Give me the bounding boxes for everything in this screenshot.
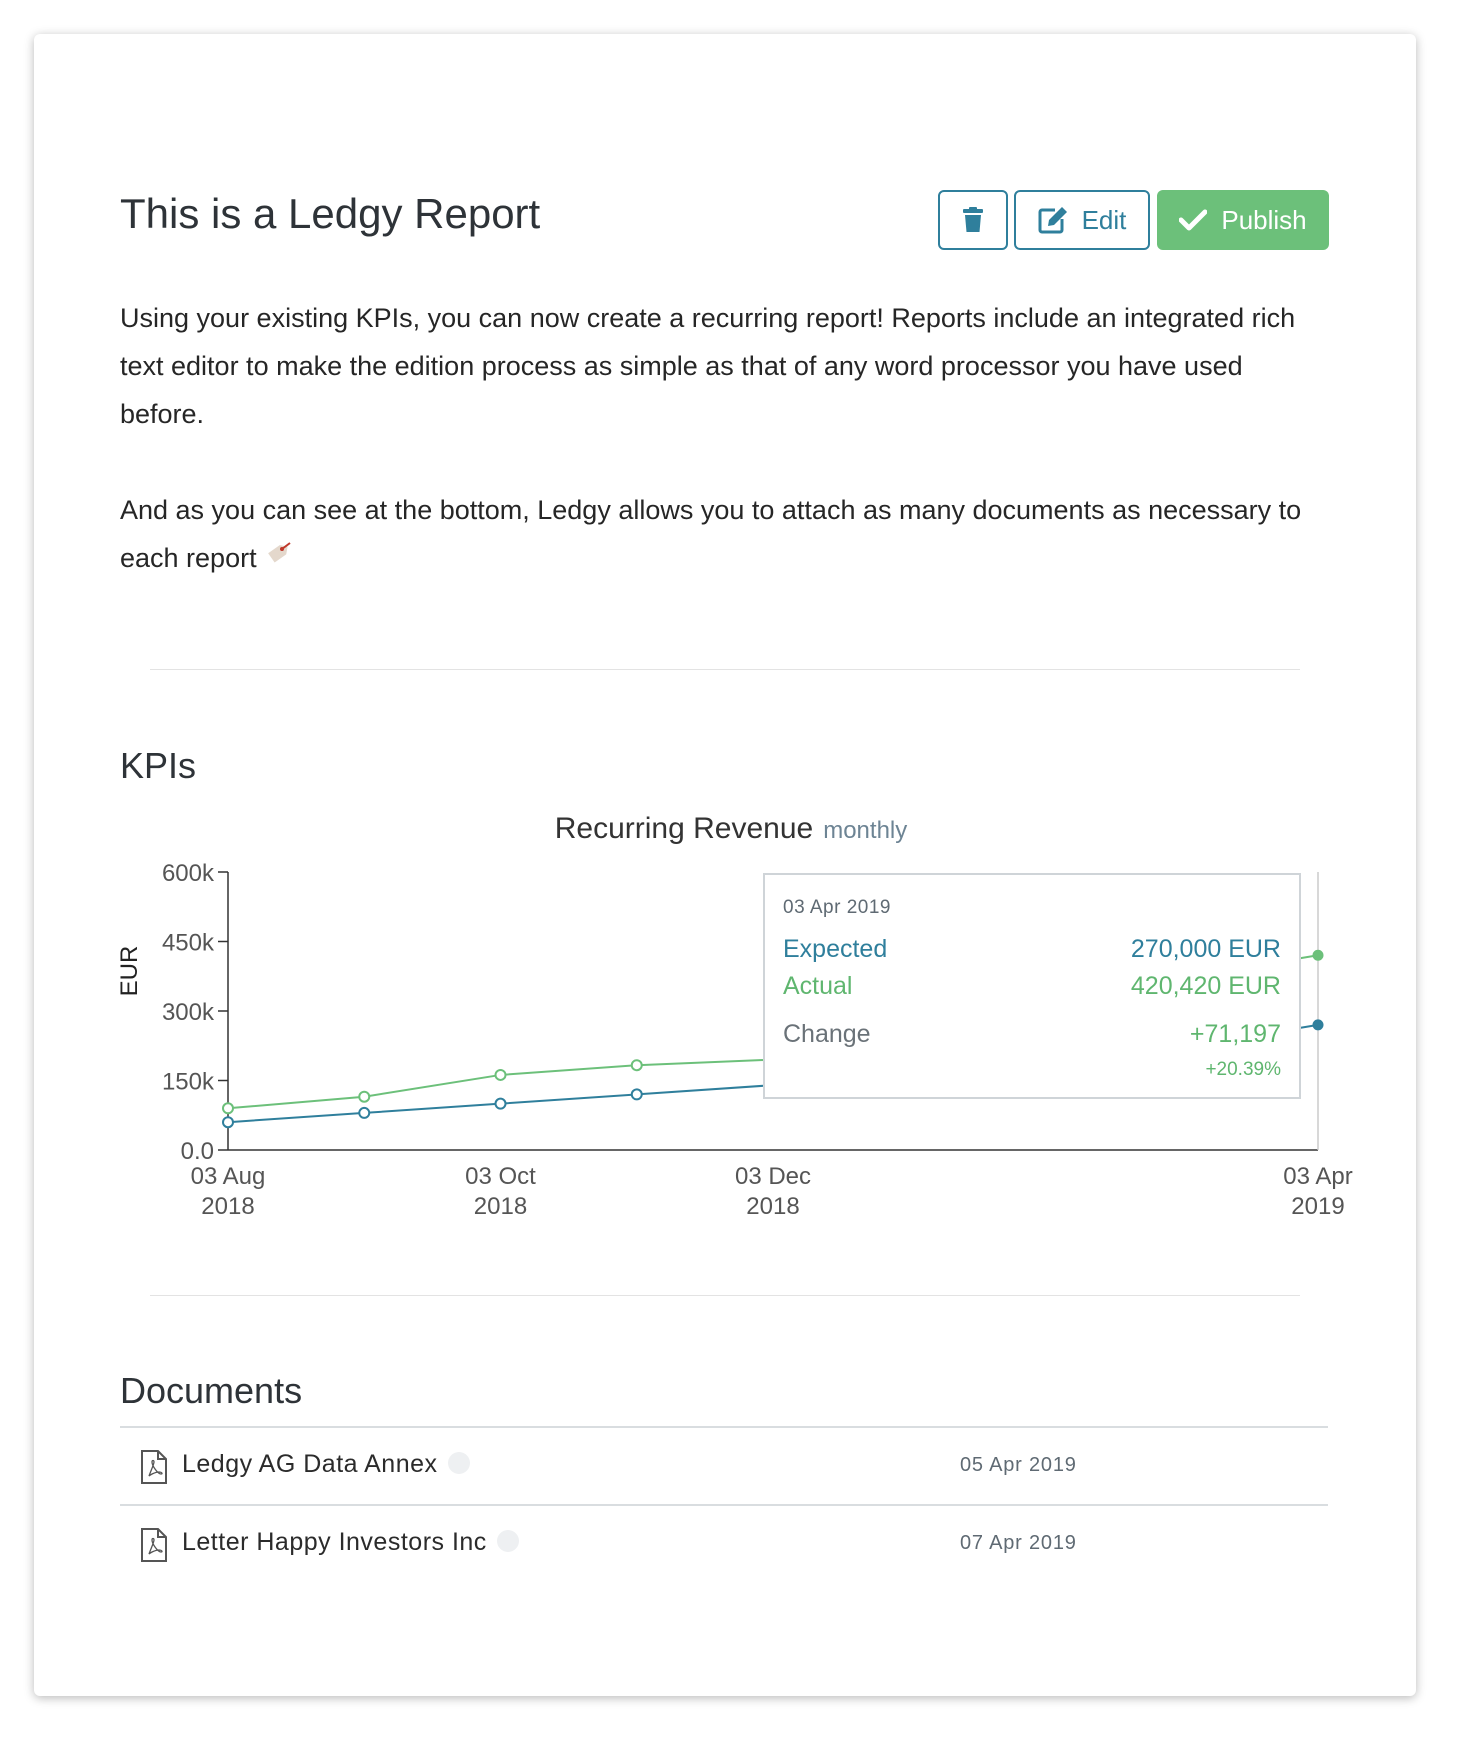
- tooltip-actual-value: 420,420 EUR: [1130, 972, 1281, 1000]
- tooltip-change-value: +71,197: [1189, 1020, 1281, 1048]
- tooltip-change-percent: +20.39%: [1205, 1059, 1281, 1080]
- data-point-expected: [358, 1106, 371, 1119]
- publish-label: Publish: [1221, 204, 1307, 235]
- edit-label: Edit: [1081, 204, 1127, 235]
- tooltip-actual-label: Actual: [783, 972, 853, 1000]
- pdf-file-icon: [141, 1450, 167, 1484]
- x-tick-label-year: 2018: [746, 1193, 799, 1220]
- y-tick-label: 450k: [162, 930, 215, 957]
- document-name-text[interactable]: Letter Happy Investors Inc: [182, 1528, 487, 1556]
- tooltip-actual-row: Actual 420,420 EUR: [783, 972, 1281, 1001]
- documents-heading: Documents: [120, 1370, 303, 1411]
- delete-button[interactable]: [938, 190, 1008, 250]
- kpis-heading: KPIs: [120, 745, 197, 786]
- document-row[interactable]: Letter Happy Investors Inc 07 Apr 2019: [120, 1506, 1328, 1582]
- report-paragraph-2: And as you can see at the bottom, Ledgy …: [120, 486, 1330, 582]
- data-point-actual: [222, 1102, 234, 1115]
- publish-button[interactable]: Publish: [1157, 190, 1329, 250]
- trash-icon: [963, 207, 983, 232]
- divider-1: [150, 669, 1300, 670]
- document-date: 05 Apr 2019: [960, 1454, 1077, 1476]
- report-paragraph-2-text: And as you can see at the bottom, Ledgy …: [120, 495, 1302, 573]
- report-title: This is a Ledgy Report: [120, 190, 541, 237]
- loading-indicator-icon: [496, 1530, 519, 1552]
- y-tick-label: 0.0: [181, 1138, 214, 1165]
- highlighted-point-expected: [1312, 1019, 1324, 1031]
- document-name[interactable]: Ledgy AG Data Annex: [182, 1450, 470, 1479]
- x-tick-label: 03 Oct: [465, 1163, 536, 1190]
- data-point-actual: [358, 1090, 371, 1103]
- document-name-text[interactable]: Ledgy AG Data Annex: [182, 1450, 438, 1478]
- y-tick-label: 150k: [162, 1069, 215, 1096]
- tooltip-expected-value: 270,000 EUR: [1130, 935, 1281, 963]
- chart-subtitle: monthly: [823, 817, 908, 844]
- tooltip-expected-label: Expected: [783, 935, 888, 963]
- x-tick-label-year: 2018: [201, 1193, 254, 1220]
- x-tick-label: 03 Dec: [735, 1163, 811, 1190]
- x-tick-label-year: 2019: [1291, 1193, 1344, 1220]
- data-point-expected: [222, 1116, 234, 1129]
- tooltip-expected-row: Expected 270,000 EUR: [783, 935, 1281, 964]
- edit-icon: [1038, 207, 1067, 234]
- tooltip-change-label: Change: [783, 1020, 871, 1048]
- x-tick-label-year: 2018: [474, 1193, 527, 1220]
- y-axis-label: EUR: [116, 946, 143, 997]
- document-name[interactable]: Letter Happy Investors Inc: [182, 1528, 519, 1557]
- y-tick-label: 300k: [162, 999, 215, 1026]
- x-tick-label: 03 Apr: [1283, 1163, 1352, 1190]
- report-paragraph-1: Using your existing KPIs, you can now cr…: [120, 303, 1296, 429]
- data-point-actual: [630, 1059, 643, 1072]
- edit-button[interactable]: Edit: [1014, 190, 1150, 250]
- chart-tooltip: 03 Apr 2019 Expected 270,000 EUR Actual …: [763, 873, 1301, 1099]
- divider-2: [150, 1295, 1300, 1296]
- document-row[interactable]: Ledgy AG Data Annex 05 Apr 2019: [120, 1428, 1328, 1504]
- chart-title: Recurring Revenue monthly: [0, 812, 1462, 846]
- x-tick-label: 03 Aug: [191, 1163, 266, 1190]
- check-icon: [1179, 209, 1208, 231]
- data-point-expected: [630, 1088, 643, 1101]
- chart-title-text: Recurring Revenue: [554, 812, 814, 845]
- pdf-file-icon: [141, 1528, 167, 1562]
- tooltip-change-row: Change +71,197: [783, 1020, 1281, 1049]
- data-point-expected: [494, 1097, 507, 1110]
- document-date: 07 Apr 2019: [960, 1532, 1077, 1554]
- loading-indicator-icon: [447, 1452, 470, 1474]
- label-emoji: [268, 542, 291, 563]
- data-point-actual: [494, 1068, 507, 1081]
- highlighted-point-actual: [1312, 949, 1324, 961]
- tooltip-date: 03 Apr 2019: [783, 897, 891, 918]
- y-tick-label: 600k: [162, 860, 215, 887]
